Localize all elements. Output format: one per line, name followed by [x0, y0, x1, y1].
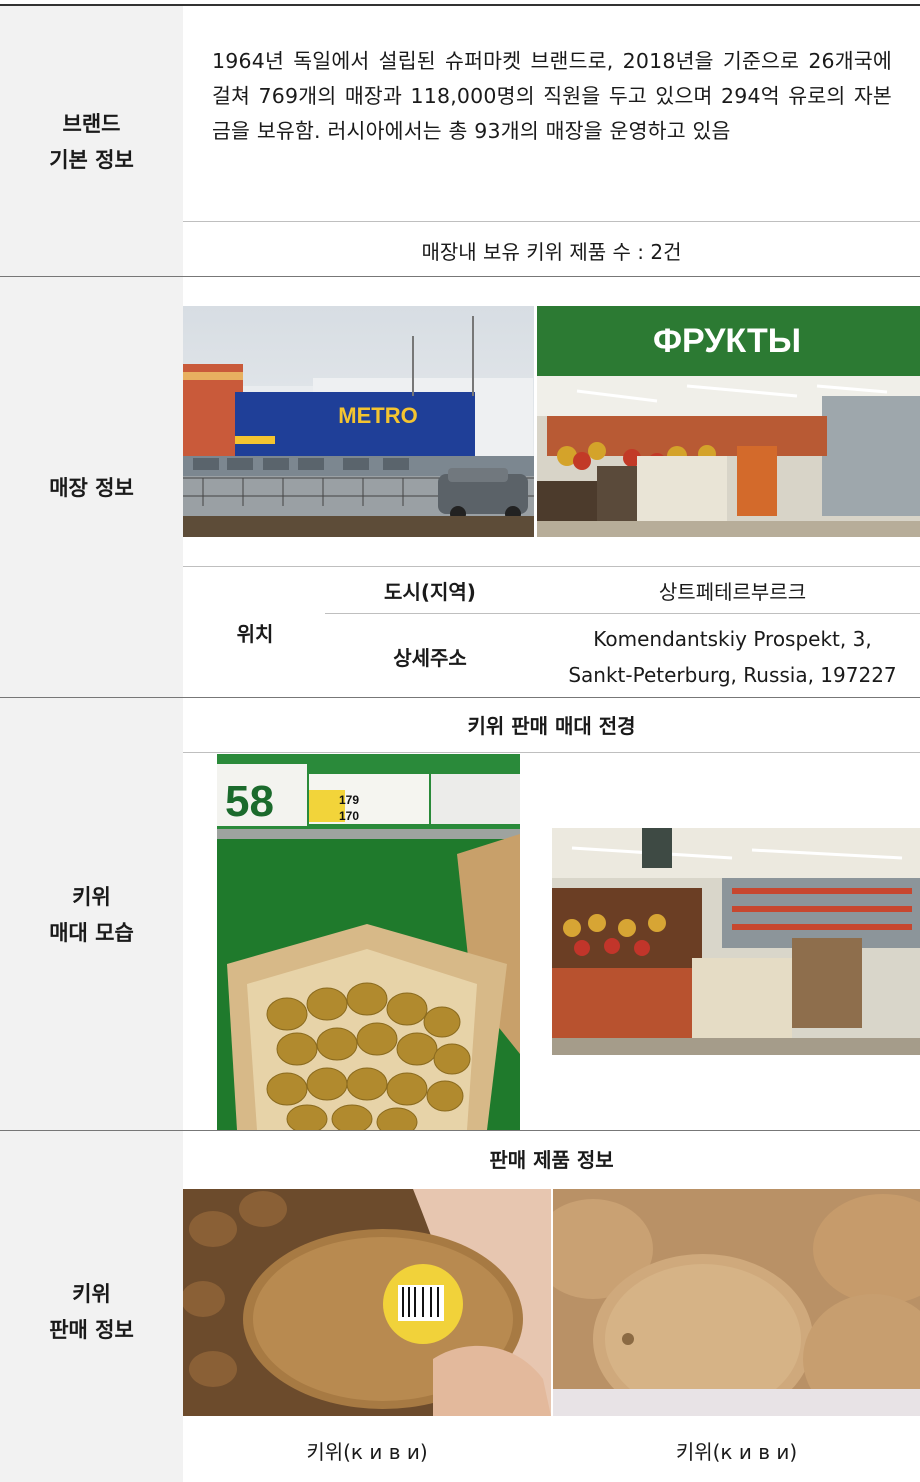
- store-exterior-photo: METRO: [183, 306, 534, 537]
- divider: [183, 566, 920, 567]
- store-interior-photo: ФРУКТЫ: [537, 306, 920, 537]
- divider: [183, 752, 920, 753]
- shelf-number: 58: [225, 777, 274, 826]
- kiwi-sales-header: 판매 제품 정보: [489, 1148, 614, 1172]
- price-2: 170: [339, 809, 359, 823]
- kiwi-display-label: 키위 매대 모습: [49, 885, 134, 945]
- metro-sign-text: METRO: [338, 403, 417, 428]
- store-info-label: 매장 정보: [49, 476, 134, 500]
- address-value: Komendantskiy Prospekt, 3, Sankt-Peterbu…: [545, 621, 920, 693]
- kiwi-hand-photo: [183, 1189, 551, 1416]
- kiwi-caption-2: 키위(к и в и): [675, 1440, 798, 1464]
- brand-description: 1964년 독일에서 설립된 슈퍼마켓 브랜드로, 2018년을 기준으로 26…: [212, 49, 892, 143]
- kiwi-sales-label: 키위 판매 정보: [49, 1282, 134, 1342]
- kiwi-caption-1: 키위(к и в и): [306, 1440, 428, 1464]
- brand-info-label: 브랜드 기본 정보: [49, 112, 134, 172]
- address-line1: Komendantskiy Prospekt, 3,: [593, 627, 872, 651]
- address-label: 상세주소: [393, 646, 467, 670]
- section-divider: [0, 1130, 920, 1131]
- section-divider: [0, 697, 920, 698]
- address-line2: Sankt-Peterburg, Russia, 197227: [568, 663, 897, 687]
- kiwi-closeup-photo: [553, 1189, 920, 1416]
- kiwi-count-text: 매장내 보유 키위 제품 수 : 2건: [421, 240, 682, 264]
- price-1: 179: [339, 793, 359, 807]
- divider: [325, 613, 920, 614]
- kiwi-aisle-photo: [552, 828, 920, 1055]
- divider: [183, 221, 920, 222]
- city-label: 도시(지역): [384, 580, 476, 604]
- location-label: 위치: [236, 622, 274, 646]
- kiwi-display-header: 키위 판매 매대 전경: [467, 714, 636, 738]
- fruits-sign-text: ФРУКТЫ: [653, 322, 801, 360]
- kiwi-box-photo: 58 179 170: [217, 754, 520, 1130]
- city-value: 상트페테르부르크: [658, 580, 807, 604]
- section-divider: [0, 276, 920, 277]
